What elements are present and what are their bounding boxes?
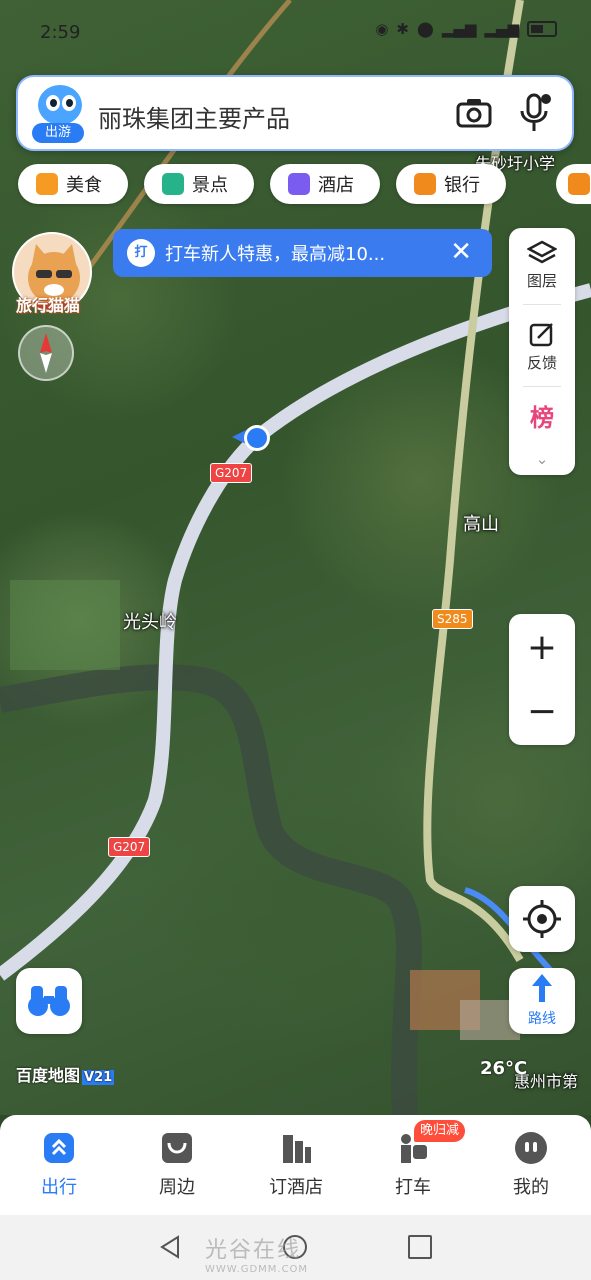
map-tools-panel: 图层 反馈 榜 ⌄: [509, 228, 575, 475]
crosshair-icon: [523, 900, 561, 938]
place-label-guangtouling[interactable]: 光头岭: [123, 608, 177, 634]
taxi-promo-banner[interactable]: 打 打车新人特惠，最高减10... ✕: [113, 229, 492, 277]
status-bar: 2:59 ◉ ✱ ⬤ ▂▄▆ ▂▄▆: [0, 0, 591, 66]
tab-label: 出行: [41, 1177, 77, 1198]
nearby-tab-icon: [160, 1131, 194, 1165]
map-brand-logo: 百度地图 V21: [16, 1062, 115, 1086]
locate-button[interactable]: [509, 886, 575, 952]
tab-hotel[interactable]: 订酒店: [251, 1131, 341, 1199]
compass-icon: [40, 333, 52, 373]
layers-icon: [526, 240, 558, 264]
promo-text: 打车新人特惠，最高减10...: [165, 244, 386, 265]
status-icons: ◉ ✱ ⬤ ▂▄▆ ▂▄▆: [375, 20, 557, 38]
chip-hotel[interactable]: 酒店: [270, 164, 380, 204]
weather-temp: 26°C: [480, 1058, 528, 1079]
chevron-down-icon[interactable]: ⌄: [509, 450, 575, 468]
tab-label: 打车: [395, 1177, 431, 1198]
rank-button[interactable]: 榜: [509, 398, 575, 433]
taxi-badge: 晚归减: [414, 1120, 466, 1142]
version-badge: V21: [82, 1070, 115, 1085]
watermark-main: 光谷在线: [205, 1238, 302, 1263]
chip-label: 景点: [192, 175, 228, 196]
travel-logo-icon[interactable]: 出游: [32, 85, 84, 143]
watermark-sub: WWW.GDMM.COM: [205, 1264, 309, 1275]
bluetooth-icon: ✱: [396, 20, 409, 38]
search-bar[interactable]: 出游 丽珠集团主要产品: [16, 75, 574, 151]
bank-icon: [414, 173, 436, 195]
microphone-icon[interactable]: [518, 93, 552, 133]
road-tag-s285: S285: [432, 609, 473, 629]
travel-tab-icon: [42, 1131, 76, 1165]
feedback-label: 反馈: [526, 354, 557, 372]
route-arrow-icon: [532, 974, 552, 1002]
bottom-tab-bar: 出行 周边 订酒店 打车 我的: [0, 1115, 591, 1215]
tab-label: 我的: [513, 1177, 549, 1198]
chip-label: 美食: [66, 175, 102, 196]
location-icon: ⬤: [416, 20, 434, 38]
route-label: 路线: [528, 1011, 556, 1027]
tab-profile[interactable]: 我的: [486, 1131, 576, 1199]
chip-food[interactable]: 美食: [18, 164, 128, 204]
layers-button[interactable]: 图层: [509, 240, 575, 291]
layers-label: 图层: [526, 272, 557, 290]
taxi-icon: 打: [127, 239, 155, 267]
binoculars-icon: [28, 986, 70, 1016]
zoom-out-button[interactable]: −: [509, 680, 575, 744]
camera-icon[interactable]: [456, 97, 492, 129]
search-input[interactable]: 丽珠集团主要产品: [98, 99, 290, 134]
compass-button[interactable]: [18, 325, 74, 381]
scenic-icon: [162, 173, 184, 195]
logo-tag: 出游: [32, 123, 84, 143]
travel-cat-avatar[interactable]: 旅行猫猫: [12, 232, 96, 316]
back-icon[interactable]: [158, 1235, 182, 1259]
signal-icon: ▂▄▆: [484, 20, 519, 38]
zoom-in-button[interactable]: +: [509, 616, 575, 680]
chip-more[interactable]: [556, 164, 591, 204]
recent-apps-icon[interactable]: [408, 1235, 432, 1259]
road-tag-g207: G207: [210, 463, 253, 483]
zoom-control: + −: [509, 614, 575, 745]
status-time: 2:59: [40, 22, 81, 43]
chip-label: 酒店: [318, 175, 354, 196]
route-button[interactable]: 路线: [509, 968, 575, 1034]
hotel-tab-icon: [279, 1131, 313, 1165]
avatar-label: 旅行猫猫: [16, 296, 81, 315]
chip-bank[interactable]: 银行: [396, 164, 506, 204]
street-view-button[interactable]: [16, 968, 82, 1034]
close-icon[interactable]: ✕: [450, 237, 472, 267]
brand-text: 百度地图: [16, 1066, 81, 1085]
profile-tab-icon: [514, 1131, 548, 1165]
category-chips: 美食 景点 酒店 银行: [18, 164, 506, 204]
feedback-button[interactable]: 反馈: [509, 320, 575, 373]
place-label-gaoshan[interactable]: 高山: [463, 510, 499, 536]
weather-widget[interactable]: 26°C: [480, 1058, 527, 1079]
tab-label: 周边: [159, 1177, 195, 1198]
more-icon: [568, 173, 590, 195]
chip-label: 银行: [444, 175, 480, 196]
watermark: 光谷在线 WWW.GDMM.COM: [205, 1232, 308, 1275]
battery-icon: [527, 21, 557, 37]
signal-icon: ▂▄▆: [441, 20, 477, 38]
tab-nearby[interactable]: 周边: [132, 1131, 222, 1199]
chip-scenic[interactable]: 景点: [144, 164, 254, 204]
road-tag-g207: G207: [108, 837, 151, 857]
feedback-icon: [529, 323, 553, 347]
eye-icon: ◉: [375, 20, 389, 38]
tab-label: 订酒店: [269, 1177, 323, 1198]
hotel-icon: [288, 173, 310, 195]
tab-travel[interactable]: 出行: [14, 1131, 104, 1199]
food-icon: [36, 173, 58, 195]
